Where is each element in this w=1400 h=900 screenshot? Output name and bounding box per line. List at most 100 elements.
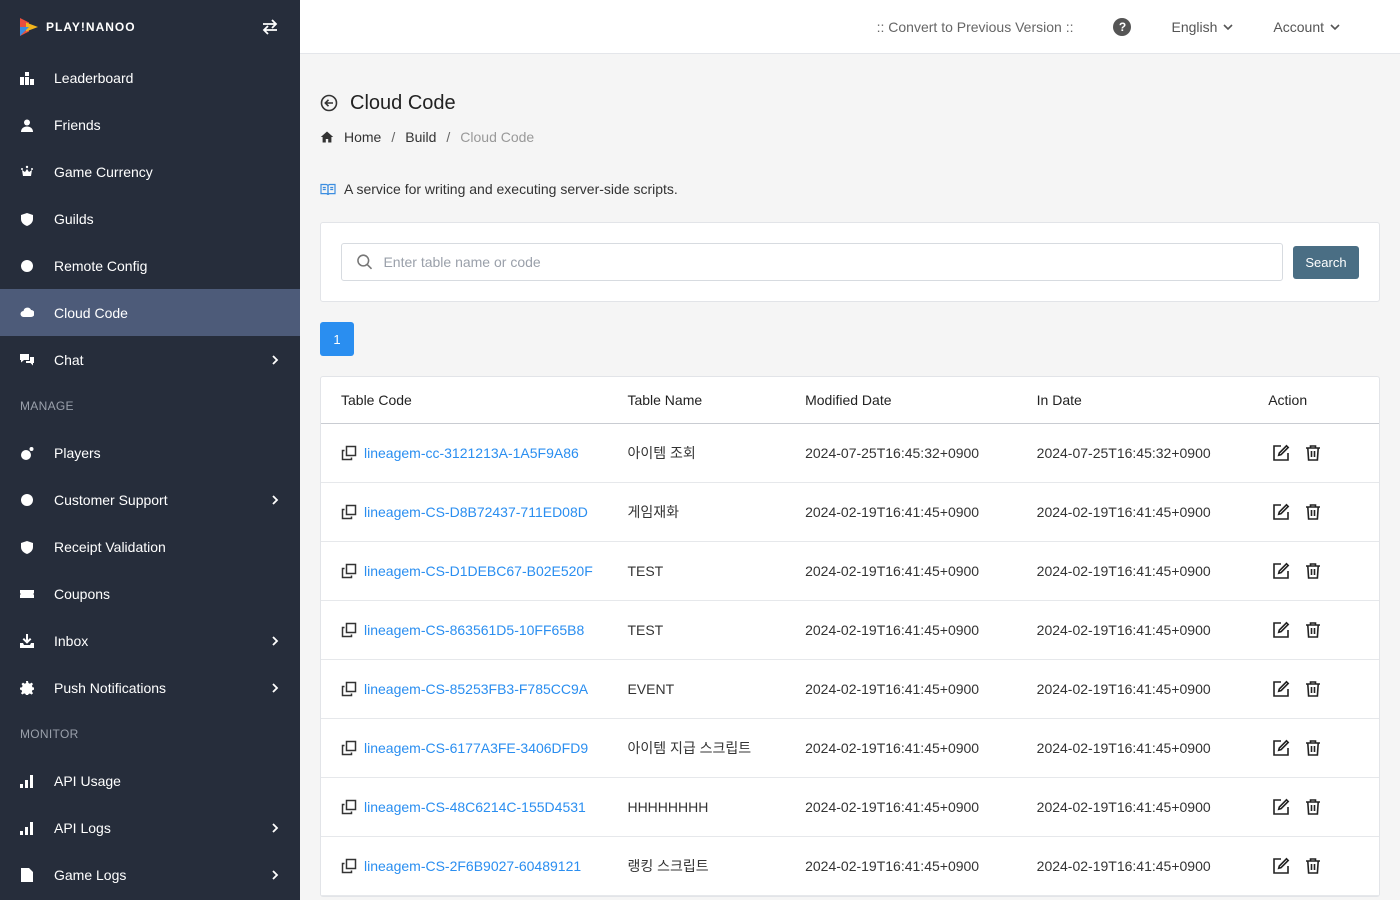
bar-chart-icon: [20, 821, 34, 835]
pagination-page-1[interactable]: 1: [320, 322, 354, 356]
edit-icon[interactable]: [1272, 621, 1290, 639]
search-input[interactable]: [383, 254, 1282, 270]
coupon-icon: [20, 587, 34, 601]
chevron-right-icon: [272, 354, 279, 365]
sidebar-item-friends[interactable]: Friends: [0, 101, 300, 148]
edit-icon[interactable]: [1272, 798, 1290, 816]
sidebar-item-guilds[interactable]: Guilds: [0, 195, 300, 242]
sidebar-item-game-logs[interactable]: Game Logs: [0, 851, 300, 898]
table-header: Table Code Table Name Modified Date In D…: [321, 377, 1379, 424]
cell-modified-date: 2024-02-19T16:41:45+0900: [805, 563, 980, 579]
cell-in-date: 2024-02-19T16:41:45+0900: [1036, 799, 1211, 815]
sidebar-item-cloud-code[interactable]: Cloud Code: [0, 289, 300, 336]
logo-bar: PLAY!NANOO: [0, 0, 300, 54]
cell-in-date: 2024-02-19T16:41:45+0900: [1036, 504, 1211, 520]
cell-modified-date: 2024-02-19T16:41:45+0900: [805, 858, 980, 874]
sidebar-item-chat[interactable]: Chat: [0, 336, 300, 383]
delete-icon[interactable]: [1304, 857, 1322, 875]
table-code-link[interactable]: lineagem-CS-863561D5-10FF65B8: [364, 622, 584, 638]
edit-icon[interactable]: [1272, 444, 1290, 462]
sidebar-item-inbox[interactable]: Inbox: [0, 617, 300, 664]
cell-modified-date: 2024-02-19T16:41:45+0900: [805, 740, 980, 756]
cell-action: [1268, 739, 1379, 757]
convert-version-link[interactable]: :: Convert to Previous Version ::: [877, 19, 1074, 35]
table-code-link[interactable]: lineagem-CS-D1DEBC67-B02E520F: [364, 563, 593, 579]
main-content: Cloud Code Home / Build / Cloud Code A s…: [300, 55, 1400, 900]
breadcrumb-separator: /: [391, 129, 396, 145]
search-box: [341, 243, 1283, 281]
table-code-link[interactable]: lineagem-CS-48C6214C-155D4531: [364, 799, 586, 815]
table-code-link[interactable]: lineagem-CS-2F6B9027-60489121: [364, 858, 581, 874]
swap-icon[interactable]: [260, 17, 280, 37]
language-dropdown[interactable]: English: [1171, 19, 1233, 35]
header-table-name: Table Name: [627, 392, 703, 408]
sidebar-item-label: API Usage: [54, 772, 121, 789]
back-arrow-icon[interactable]: [320, 94, 338, 112]
sidebar-item-leaderboard[interactable]: Leaderboard: [0, 54, 300, 101]
delete-icon[interactable]: [1304, 621, 1322, 639]
sidebar-item-label: API Logs: [54, 819, 111, 836]
breadcrumb-build[interactable]: Build: [405, 129, 436, 145]
nav-main: Leaderboard Friends Game Currency Guilds Rem…: [0, 54, 300, 383]
nav-monitor: API Usage API Logs Game Logs: [0, 757, 300, 898]
sidebar-item-remote-config[interactable]: Remote Config: [0, 242, 300, 289]
page-description: A service for writing and executing serv…: [320, 179, 1380, 199]
friends-icon: [20, 118, 34, 132]
sidebar-item-label: Players: [54, 444, 101, 461]
delete-icon[interactable]: [1304, 562, 1322, 580]
edit-icon[interactable]: [1272, 680, 1290, 698]
chevron-right-icon: [272, 869, 279, 880]
cell-in-date: 2024-02-19T16:41:45+0900: [1036, 622, 1211, 638]
delete-icon[interactable]: [1304, 444, 1322, 462]
edit-icon[interactable]: [1272, 503, 1290, 521]
copy-icon[interactable]: [341, 681, 357, 697]
copy-icon[interactable]: [341, 504, 357, 520]
help-icon[interactable]: ?: [1113, 17, 1132, 36]
sidebar-item-label: Inbox: [54, 632, 89, 649]
delete-icon[interactable]: [1304, 503, 1322, 521]
edit-icon[interactable]: [1272, 562, 1290, 580]
copy-icon[interactable]: [341, 622, 357, 638]
copy-icon[interactable]: [341, 740, 357, 756]
account-dropdown[interactable]: Account: [1273, 19, 1340, 35]
cell-table-name: EVENT: [627, 681, 675, 697]
delete-icon[interactable]: [1304, 798, 1322, 816]
sidebar-item-api-logs[interactable]: API Logs: [0, 804, 300, 851]
cell-in-date: 2024-02-19T16:41:45+0900: [1036, 858, 1211, 874]
logo[interactable]: PLAY!NANOO: [20, 18, 136, 36]
table-row: lineagem-cc-3121213A-1A5F9A86 아이템 조회 2024-…: [321, 424, 1379, 483]
sidebar-item-players[interactable]: Players: [0, 429, 300, 476]
delete-icon[interactable]: [1304, 680, 1322, 698]
table-code-link[interactable]: lineagem-cc-3121213A-1A5F9A86: [364, 445, 579, 461]
table-code-link[interactable]: lineagem-CS-85253FB3-F785CC9A: [364, 681, 588, 697]
edit-icon[interactable]: [1272, 857, 1290, 875]
cell-table-name: HHHHHHHH: [627, 799, 709, 815]
cell-table-name: 아이템 조회: [627, 445, 696, 461]
sidebar-item-receipt-validation[interactable]: Receipt Validation: [0, 523, 300, 570]
copy-icon[interactable]: [341, 799, 357, 815]
sidebar-item-api-usage[interactable]: API Usage: [0, 757, 300, 804]
table-row: lineagem-CS-D1DEBC67-B02E520F TEST 2024-02…: [321, 542, 1379, 601]
chevron-right-icon: [272, 635, 279, 646]
copy-icon[interactable]: [341, 445, 357, 461]
table-code-link[interactable]: lineagem-CS-D8B72437-711ED08D: [364, 504, 588, 520]
delete-icon[interactable]: [1304, 739, 1322, 757]
table-code-link[interactable]: lineagem-CS-6177A3FE-3406DFD9: [364, 740, 588, 756]
breadcrumb-separator: /: [446, 129, 451, 145]
cell-table-code: lineagem-CS-6177A3FE-3406DFD9: [321, 740, 627, 756]
edit-icon[interactable]: [1272, 739, 1290, 757]
copy-icon[interactable]: [341, 563, 357, 579]
search-button[interactable]: Search: [1293, 245, 1359, 279]
sidebar-item-label: Receipt Validation: [54, 538, 166, 555]
sidebar-item-push-notifications[interactable]: Push Notifications: [0, 664, 300, 711]
cell-table-name: TEST: [627, 622, 664, 638]
sidebar-item-coupons[interactable]: Coupons: [0, 570, 300, 617]
copy-icon[interactable]: [341, 858, 357, 874]
cell-action: [1268, 503, 1379, 521]
sidebar-item-customer-support[interactable]: Customer Support: [0, 476, 300, 523]
topbar: :: Convert to Previous Version :: ? Engl…: [300, 0, 1400, 54]
breadcrumb-home[interactable]: Home: [344, 129, 381, 145]
sidebar-item-game-currency[interactable]: Game Currency: [0, 148, 300, 195]
leaderboard-icon: [20, 71, 34, 85]
chevron-right-icon: [272, 682, 279, 693]
